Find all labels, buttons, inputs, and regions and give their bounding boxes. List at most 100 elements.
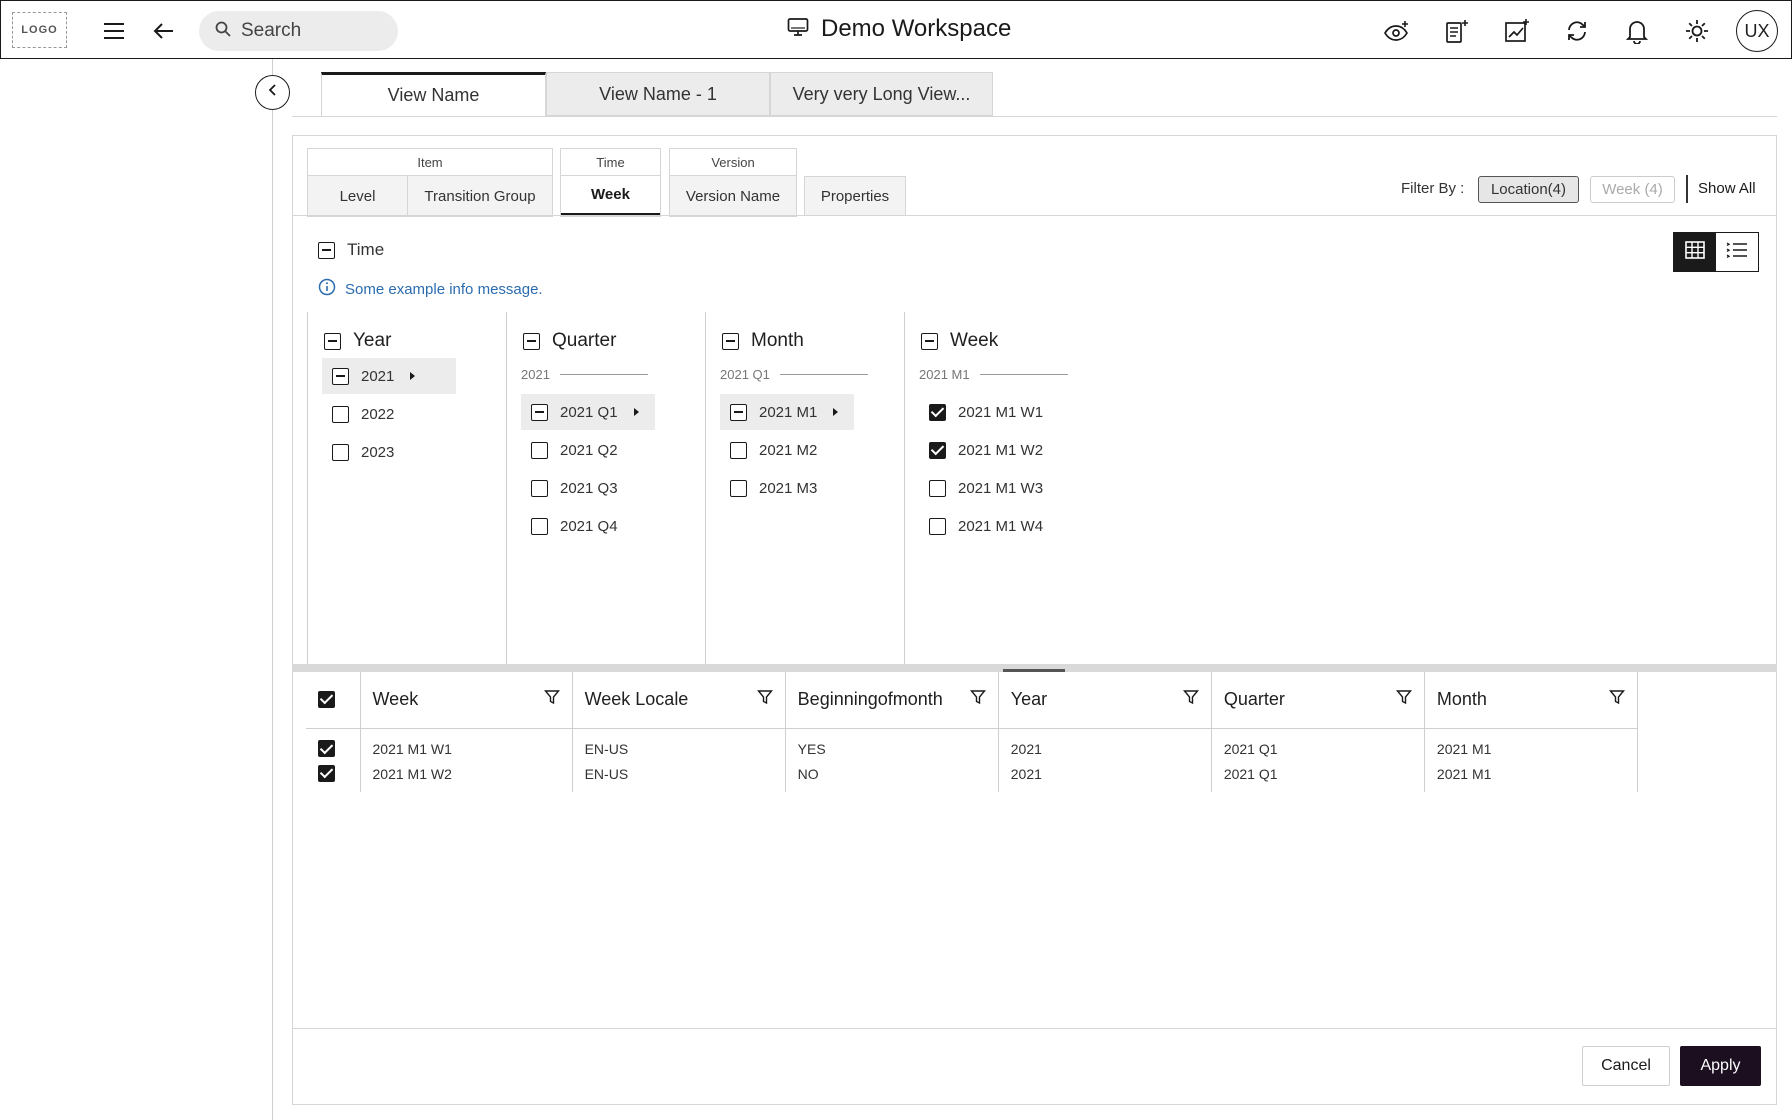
refresh-icon[interactable]	[1561, 15, 1593, 47]
tab-transition-group[interactable]: Transition Group	[408, 176, 552, 216]
list-item-2021-q2[interactable]: 2021 Q2	[521, 432, 618, 468]
chart-add-icon[interactable]	[1501, 15, 1533, 47]
tab-level[interactable]: Level	[308, 176, 408, 216]
list-view-button[interactable]	[1716, 233, 1758, 271]
cancel-button[interactable]: Cancel	[1582, 1046, 1670, 1086]
bell-icon[interactable]	[1621, 15, 1653, 47]
column-header-quarter: Quarter	[1211, 672, 1425, 729]
item-checkbox[interactable]	[531, 441, 548, 459]
time-label: Time	[347, 240, 385, 259]
apply-button[interactable]: Apply	[1680, 1046, 1761, 1086]
list-item-2021-m3[interactable]: 2021 M3	[720, 470, 817, 506]
column-header-month: Month	[1424, 672, 1639, 729]
time-select-all-checkbox[interactable]	[318, 241, 335, 259]
item-checkbox[interactable]	[531, 403, 548, 421]
list-item-2021-q3[interactable]: 2021 Q3	[521, 470, 618, 506]
avatar[interactable]: UX	[1736, 10, 1778, 52]
menu-icon[interactable]	[98, 15, 130, 47]
column-header-year: Year	[998, 672, 1212, 729]
list-item-2021-m1-w2[interactable]: 2021 M1 W2	[919, 432, 1043, 468]
cell-week-locale: EN-US	[572, 728, 786, 761]
time-header: Time	[318, 240, 384, 260]
row-checkbox[interactable]	[318, 764, 335, 782]
search-box[interactable]	[199, 11, 398, 51]
tab-view-name[interactable]: View Name	[321, 72, 546, 116]
list-item-2021-m1-w4[interactable]: 2021 M1 W4	[919, 508, 1043, 544]
item-label: 2021 Q4	[560, 517, 618, 535]
row-checkbox[interactable]	[318, 740, 335, 757]
item-checkbox[interactable]	[531, 479, 548, 497]
filter-icon[interactable]	[1395, 689, 1412, 710]
filter-icon[interactable]	[1609, 689, 1625, 710]
document-add-icon[interactable]	[1441, 15, 1473, 47]
list-item-2021-m2[interactable]: 2021 M2	[720, 432, 817, 468]
filter-icon[interactable]	[1182, 689, 1199, 710]
item-checkbox[interactable]	[730, 479, 747, 497]
tabs-divider	[292, 116, 1777, 117]
column-header-week: Week	[360, 672, 573, 729]
search-input[interactable]	[241, 20, 381, 42]
row-select-cell	[306, 761, 361, 792]
list-item-2021-m1-w3[interactable]: 2021 M1 W3	[919, 470, 1043, 506]
item-checkbox[interactable]	[531, 517, 548, 535]
list-item-2021-q1[interactable]: 2021 Q1	[521, 394, 655, 430]
filter-chip-location[interactable]: Location(4)	[1478, 176, 1579, 203]
week-select-all-checkbox[interactable]	[921, 332, 938, 350]
item-checkbox[interactable]	[929, 517, 946, 535]
back-arrow-icon[interactable]	[148, 15, 180, 47]
list-icon	[1726, 241, 1748, 264]
filter-label: Filter By :	[1401, 180, 1465, 197]
cell-week-locale: EN-US	[572, 761, 786, 792]
item-checkbox[interactable]	[730, 403, 747, 421]
item-label: 2021	[361, 367, 395, 385]
rail-divider	[272, 59, 273, 1120]
list-item-2022[interactable]: 2022	[322, 396, 394, 432]
item-checkbox[interactable]	[929, 479, 946, 497]
list-item-2023[interactable]: 2023	[322, 434, 394, 470]
item-checkbox[interactable]	[929, 403, 946, 421]
column-header-quarter: Quarter	[523, 330, 616, 352]
show-all-link[interactable]: Show All	[1698, 180, 1756, 197]
brightness-icon[interactable]	[1681, 15, 1713, 47]
tab-view-name-1[interactable]: View Name - 1	[546, 72, 770, 116]
collapse-sidebar-button[interactable]	[255, 75, 290, 110]
caret-right-icon	[633, 408, 639, 416]
footer-divider	[292, 1028, 1777, 1029]
dimension-group-version: Version Version Name	[669, 148, 797, 217]
filter-separator	[1686, 175, 1688, 203]
filter-icon[interactable]	[543, 689, 560, 710]
cell-week: 2021 M1 W2	[360, 761, 573, 792]
item-checkbox[interactable]	[332, 367, 349, 385]
watch-add-icon[interactable]	[1381, 15, 1413, 47]
logo: LOGO	[12, 12, 67, 48]
item-checkbox[interactable]	[929, 441, 946, 459]
tab-version-name[interactable]: Version Name	[670, 176, 796, 216]
item-checkbox[interactable]	[730, 441, 747, 459]
list-item-2021-m1-w1[interactable]: 2021 M1 W1	[919, 394, 1043, 430]
column-title: Week	[950, 330, 999, 351]
column-breadcrumb: 2021	[521, 367, 648, 382]
table-row[interactable]: 2021 M1 W1 EN-US YES 2021 2021 Q1 2021 M…	[306, 728, 1639, 761]
filter-icon[interactable]	[969, 689, 986, 710]
group-label-version: Version	[670, 149, 796, 176]
item-label: 2021 Q2	[560, 441, 618, 459]
table-row[interactable]: 2021 M1 W2 EN-US NO 2021 2021 Q1 2021 M1	[306, 761, 1639, 792]
month-select-all-checkbox[interactable]	[722, 332, 739, 350]
item-checkbox[interactable]	[332, 443, 349, 461]
tab-long-view[interactable]: Very very Long View...	[770, 72, 993, 116]
column-title: Month	[751, 330, 804, 351]
list-item-2021[interactable]: 2021	[322, 358, 456, 394]
quarter-select-all-checkbox[interactable]	[523, 332, 540, 350]
grid-view-button[interactable]	[1674, 233, 1716, 271]
tab-week[interactable]: Week	[561, 176, 660, 216]
info-text: Some example info message.	[345, 280, 543, 298]
select-all-rows-checkbox[interactable]	[318, 690, 335, 708]
cell-beginningofmonth: YES	[785, 728, 999, 761]
tab-properties[interactable]: Properties	[804, 176, 906, 216]
list-item-2021-m1[interactable]: 2021 M1	[720, 394, 854, 430]
grid-icon	[1685, 240, 1705, 264]
filter-icon[interactable]	[756, 689, 773, 710]
list-item-2021-q4[interactable]: 2021 Q4	[521, 508, 618, 544]
item-checkbox[interactable]	[332, 405, 349, 423]
year-select-all-checkbox[interactable]	[324, 332, 341, 350]
